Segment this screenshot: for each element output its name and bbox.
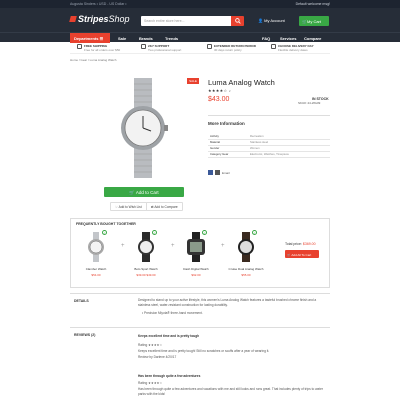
- add-to-compare-button[interactable]: ⇄ Add to Compare: [146, 202, 183, 211]
- top-bar: Augusta Sinders • USD - US Dollar • Defa…: [0, 0, 400, 8]
- fbt-item-price: $54.00: [91, 273, 101, 277]
- welcome-message: Default welcome msg!: [295, 2, 330, 6]
- fbt-heading: FREQUENTLY BOUGHT TOGETHER: [76, 222, 136, 226]
- more-info-heading: More Information: [208, 121, 245, 126]
- email-share-link[interactable]: Email: [222, 171, 230, 175]
- logo-mark-icon: [69, 16, 77, 22]
- more-info-table: Activity Recreation Material Stainless ste…: [208, 133, 330, 158]
- fbt-item-image[interactable]: [131, 232, 161, 262]
- nav-faq[interactable]: FAQ: [262, 36, 270, 41]
- facebook-icon[interactable]: [208, 170, 213, 175]
- nav-compare[interactable]: Compare: [304, 36, 321, 41]
- review-text: Has been through quite a few adventures …: [138, 387, 323, 396]
- nav-trends[interactable]: Trends: [165, 36, 178, 41]
- breadcrumb[interactable]: Home / Gear / Luma Analog Watch: [70, 58, 116, 62]
- nav-services[interactable]: Services: [280, 36, 296, 41]
- cart-button[interactable]: 🛒 My Cart: [299, 16, 329, 26]
- plus-icon: +: [121, 243, 125, 249]
- search-button[interactable]: [231, 16, 244, 26]
- details-bullet: • Precision Miyota® three-hand movement.: [142, 311, 203, 315]
- fbt-item-name[interactable]: Cruise Dual Analog Watch: [224, 267, 268, 271]
- reviews-heading: REVIEWS (2): [74, 333, 96, 337]
- truck-icon: [77, 44, 82, 49]
- nav-sale[interactable]: Sale: [118, 36, 126, 41]
- fbt-item-name[interactable]: Bolo Sport Watch: [124, 267, 168, 271]
- add-all-to-cart-button[interactable]: 🛒 Add All To Cart: [285, 250, 319, 258]
- fbt-item-image[interactable]: [231, 232, 261, 262]
- review-rating: Rating ★★★★☆: [138, 343, 163, 347]
- support-icon: [141, 44, 146, 49]
- review-text: Keeps excellent time and is pretty tough…: [138, 349, 270, 353]
- product-title: Luma Analog Watch: [208, 78, 275, 87]
- nav-brands[interactable]: Brands: [139, 36, 153, 41]
- user-icon: 👤: [258, 18, 263, 23]
- product-rating: ★★★★☆ 2: [208, 88, 231, 93]
- add-to-wishlist-button[interactable]: ♡ Add to Wish List: [110, 202, 147, 211]
- calendar-icon: [271, 44, 276, 49]
- fbt-checkbox[interactable]: ✓: [252, 230, 257, 235]
- search-input[interactable]: Search entire store here...: [141, 16, 233, 26]
- review-title: Keeps excellent time and is pretty tough: [138, 334, 200, 338]
- fbt-item-name[interactable]: Clamber Watch: [74, 267, 118, 271]
- fbt-item-price: $55.00: [241, 273, 251, 277]
- search-icon: [234, 18, 241, 24]
- plus-icon: +: [221, 243, 225, 249]
- fbt-total: Total price: $369.00: [285, 242, 316, 246]
- features-bar: FREE SHIPPING Free for all orders over $5…: [70, 42, 330, 54]
- divider: [70, 293, 330, 294]
- details-text: Designed to stand up to your active life…: [138, 298, 317, 307]
- product-sku: SKU#: 24-WG09: [298, 101, 321, 105]
- fbt-item-price: $92.00: [191, 273, 201, 277]
- feature-free-shipping: FREE SHIPPING Free for all orders over $5…: [77, 44, 120, 52]
- divider: [70, 327, 330, 328]
- feature-delivery: CHOOSE DELIVERY DAY Flexible delivery dat…: [271, 44, 314, 52]
- details-heading: DETAILS: [74, 299, 89, 303]
- fbt-item-name[interactable]: Dash Digital Watch: [174, 267, 218, 271]
- review-rating: Rating ★★★★☆: [138, 381, 163, 385]
- return-icon: [207, 44, 212, 49]
- feature-return: EXTENDED RETURN PERIOD 30 days return pol…: [207, 44, 256, 52]
- review-author: Review by Darlene 4/20/17: [138, 355, 177, 359]
- feature-support: 24/7 SUPPORT Two professional support: [141, 44, 181, 52]
- cart-icon: 🛒: [302, 18, 307, 24]
- my-account-link[interactable]: 👤 My Account: [258, 18, 285, 23]
- product-image[interactable]: [98, 78, 188, 178]
- fbt-checkbox[interactable]: ✓: [152, 230, 157, 235]
- logo[interactable]: StripesShop: [69, 14, 130, 24]
- add-to-cart-button[interactable]: 🛒 Add to Cart: [104, 187, 184, 197]
- main-nav: Departments ☰ Sale Brands Trends FAQ Ser…: [0, 32, 400, 43]
- fbt-checkbox[interactable]: ✓: [202, 230, 207, 235]
- review-title: Has been through quite a few adventures: [138, 374, 201, 378]
- fbt-item-image[interactable]: [181, 232, 211, 262]
- header: StripesShop Search entire store here... …: [0, 8, 400, 32]
- product-price: $43.00: [208, 96, 230, 103]
- table-row: Category Gear Electronic, Watches, Timepi…: [208, 151, 330, 158]
- divider: [208, 115, 330, 116]
- fbt-checkbox[interactable]: ✓: [102, 230, 107, 235]
- fbt-item-price: $39.00 $49.00: [136, 273, 156, 277]
- top-bar-left: Augusta Sinders • USD - US Dollar •: [70, 2, 127, 6]
- cart-icon: 🛒: [129, 189, 135, 195]
- sale-badge: SALE: [187, 78, 199, 84]
- plus-icon: +: [171, 243, 175, 249]
- fbt-item-image[interactable]: [81, 232, 111, 262]
- twitter-icon[interactable]: [215, 170, 220, 175]
